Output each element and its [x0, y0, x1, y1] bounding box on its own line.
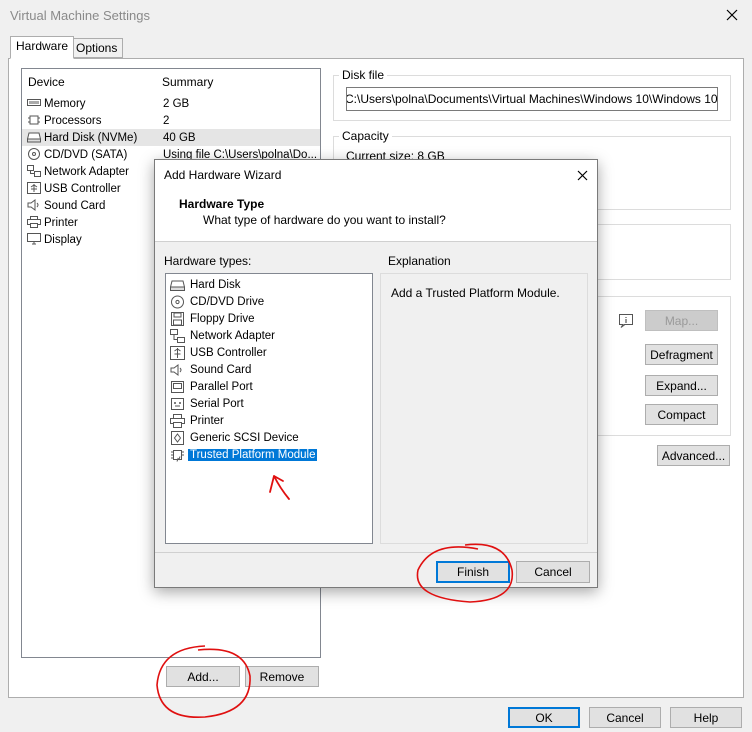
close-icon	[726, 9, 738, 21]
hardware-type-label: USB Controller	[190, 346, 267, 359]
tab-options[interactable]: Options	[70, 38, 124, 58]
device-name: Printer	[44, 216, 78, 229]
explanation-box: Add a Trusted Platform Module.	[380, 273, 588, 544]
capacity-label: Capacity	[339, 129, 392, 143]
hardware-type-label: Parallel Port	[190, 380, 253, 393]
hardware-types-list[interactable]: Hard Disk CD/DVD Drive Floppy Drive Netw…	[165, 273, 373, 544]
device-name: Display	[44, 233, 82, 246]
device-name: CD/DVD (SATA)	[44, 148, 128, 161]
printer-icon	[27, 216, 41, 228]
floppy-drive-icon	[171, 311, 184, 326]
usb-controller-icon	[27, 182, 41, 194]
processor-icon	[28, 115, 40, 125]
hardware-type-trusted-platform-module[interactable]: Trusted Platform Module	[170, 446, 318, 463]
cd-dvd-icon	[28, 148, 40, 160]
window-title: Virtual Machine Settings	[10, 8, 150, 23]
device-name: USB Controller	[44, 182, 121, 195]
network-adapter-icon	[27, 165, 41, 177]
device-name: Hard Disk (NVMe)	[44, 131, 138, 144]
wizard-cancel-button[interactable]: Cancel	[516, 561, 590, 583]
hardware-types-label: Hardware types:	[164, 254, 252, 268]
device-row-processors[interactable]: Processors 2	[22, 112, 320, 129]
add-hardware-button[interactable]: Add...	[166, 666, 240, 687]
wizard-header: Hardware Type What type of hardware do y…	[155, 190, 597, 242]
device-name: Memory	[44, 97, 86, 110]
device-name: Network Adapter	[44, 165, 130, 178]
hardware-type-label: Serial Port	[190, 397, 244, 410]
wizard-header-subtitle: What type of hardware do you want to ins…	[203, 213, 446, 227]
scsi-device-icon	[171, 430, 184, 445]
compact-button[interactable]: Compact	[645, 404, 718, 425]
hard-disk-icon	[27, 132, 41, 143]
tab-hardware[interactable]: Hardware	[10, 36, 75, 59]
hardware-type-serial-port[interactable]: Serial Port	[170, 395, 246, 412]
usb-controller-icon	[170, 345, 185, 360]
hardware-type-label: Sound Card	[190, 363, 252, 376]
sound-card-icon	[27, 199, 39, 211]
hardware-type-floppy-drive[interactable]: Floppy Drive	[170, 310, 257, 327]
close-icon	[577, 170, 587, 180]
memory-icon	[27, 99, 41, 106]
help-button[interactable]: Help	[670, 707, 742, 728]
hard-disk-icon	[170, 280, 185, 291]
disk-file-path-field[interactable]: C:\Users\polna\Documents\Virtual Machine…	[346, 87, 718, 111]
hardware-type-label: Generic SCSI Device	[190, 431, 299, 444]
hardware-type-cd-dvd[interactable]: CD/DVD Drive	[170, 293, 266, 310]
add-hardware-wizard: Add Hardware Wizard Hardware Type What t…	[154, 159, 598, 588]
finish-button[interactable]: Finish	[436, 561, 510, 583]
tpm-icon	[171, 449, 184, 462]
ok-button[interactable]: OK	[508, 707, 580, 728]
disk-file-label: Disk file	[339, 68, 388, 82]
expand-button[interactable]: Expand...	[645, 375, 718, 396]
device-row-hard-disk[interactable]: Hard Disk (NVMe) 40 GB	[22, 129, 320, 146]
hardware-type-label: Network Adapter	[190, 329, 276, 342]
column-header-device[interactable]: Device	[28, 75, 65, 89]
window-close-button[interactable]	[720, 4, 744, 26]
device-summary: 2	[163, 114, 170, 127]
serial-port-icon	[171, 397, 184, 410]
hardware-type-hard-disk[interactable]: Hard Disk	[170, 276, 242, 293]
device-name: Sound Card	[44, 199, 106, 212]
hardware-type-parallel-port[interactable]: Parallel Port	[170, 378, 255, 395]
info-icon	[617, 311, 635, 329]
wizard-header-title: Hardware Type	[179, 197, 265, 211]
explanation-text: Add a Trusted Platform Module.	[391, 286, 560, 300]
display-icon	[27, 233, 41, 245]
device-list-header: Device Summary	[22, 69, 320, 95]
hardware-type-label: Trusted Platform Module	[188, 448, 318, 461]
parallel-port-icon	[171, 380, 184, 393]
hardware-type-usb-controller[interactable]: USB Controller	[170, 344, 269, 361]
sound-card-icon	[170, 363, 182, 376]
hardware-type-sound-card[interactable]: Sound Card	[170, 361, 253, 378]
cancel-button[interactable]: Cancel	[589, 707, 661, 728]
hardware-type-network-adapter[interactable]: Network Adapter	[170, 327, 277, 344]
wizard-footer-divider	[155, 552, 597, 553]
column-header-summary[interactable]: Summary	[162, 75, 213, 89]
hardware-type-printer[interactable]: Printer	[170, 412, 226, 429]
network-adapter-icon	[170, 328, 185, 343]
explanation-label: Explanation	[388, 254, 451, 268]
wizard-close-button[interactable]	[573, 166, 591, 184]
device-summary: 40 GB	[163, 131, 196, 144]
hardware-type-label: Floppy Drive	[190, 312, 255, 325]
device-row-memory[interactable]: Memory 2 GB	[22, 95, 320, 112]
printer-icon	[170, 413, 185, 428]
cd-dvd-icon	[171, 295, 184, 308]
device-summary: 2 GB	[163, 97, 190, 110]
hardware-type-label: CD/DVD Drive	[190, 295, 265, 308]
map-button[interactable]: Map...	[645, 310, 718, 331]
disk-file-path-value: C:\Users\polna\Documents\Virtual Machine…	[346, 92, 718, 106]
hardware-type-label: Printer	[190, 414, 224, 427]
wizard-titlebar: Add Hardware Wizard	[155, 160, 597, 190]
wizard-title: Add Hardware Wizard	[164, 168, 282, 182]
advanced-button[interactable]: Advanced...	[657, 445, 730, 466]
defragment-button[interactable]: Defragment	[645, 344, 718, 365]
remove-hardware-button[interactable]: Remove	[245, 666, 319, 687]
device-name: Processors	[44, 114, 102, 127]
hardware-type-label: Hard Disk	[190, 278, 241, 291]
hardware-type-generic-scsi-device[interactable]: Generic SCSI Device	[170, 429, 301, 446]
